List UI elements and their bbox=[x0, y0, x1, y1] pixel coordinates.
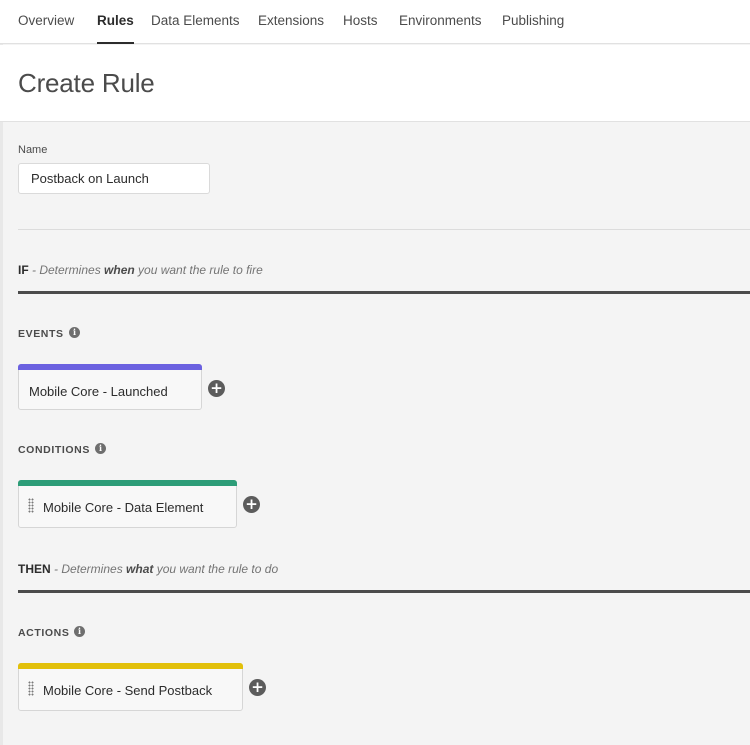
events-label: EVENTS bbox=[18, 328, 64, 340]
page-header: Create Rule bbox=[0, 45, 750, 122]
actions-label: ACTIONS bbox=[18, 627, 70, 639]
tab-rules[interactable]: Rules bbox=[97, 13, 134, 44]
if-divider bbox=[18, 291, 750, 294]
info-icon[interactable]: i bbox=[74, 626, 85, 637]
tab-publishing[interactable]: Publishing bbox=[502, 13, 564, 28]
name-label: Name bbox=[18, 144, 48, 156]
top-nav: Overview Rules Data Elements Extensions … bbox=[0, 0, 750, 44]
then-desc-emphasis: what bbox=[126, 562, 154, 576]
if-desc-emphasis: when bbox=[104, 263, 135, 277]
if-heading: IF - Determines when you want the rule t… bbox=[18, 263, 263, 277]
if-desc-suffix: you want the rule to fire bbox=[134, 263, 263, 277]
event-card-label: Mobile Core - Launched bbox=[29, 384, 168, 399]
if-keyword: IF bbox=[18, 263, 29, 277]
add-action-button[interactable]: + bbox=[249, 679, 266, 696]
tab-overview[interactable]: Overview bbox=[18, 13, 74, 28]
condition-card-label: Mobile Core - Data Element bbox=[43, 500, 204, 515]
action-card-color-bar bbox=[18, 663, 243, 669]
drag-handle-icon[interactable] bbox=[28, 498, 34, 513]
then-desc-suffix: you want the rule to do bbox=[153, 562, 279, 576]
info-icon[interactable]: i bbox=[69, 327, 80, 338]
then-keyword: THEN bbox=[18, 562, 51, 576]
conditions-label: CONDITIONS bbox=[18, 444, 90, 456]
page-title: Create Rule bbox=[18, 68, 155, 98]
divider bbox=[18, 229, 750, 230]
event-card-color-bar bbox=[18, 364, 202, 370]
event-card[interactable]: Mobile Core - Launched bbox=[18, 364, 202, 410]
name-input[interactable] bbox=[18, 163, 210, 194]
action-card-label: Mobile Core - Send Postback bbox=[43, 683, 213, 698]
drag-handle-icon[interactable] bbox=[28, 681, 34, 696]
tab-environments[interactable]: Environments bbox=[399, 13, 482, 28]
add-condition-button[interactable]: + bbox=[243, 496, 260, 513]
condition-card-color-bar bbox=[18, 480, 237, 486]
info-icon[interactable]: i bbox=[95, 443, 106, 454]
then-divider bbox=[18, 590, 750, 593]
tab-hosts[interactable]: Hosts bbox=[343, 13, 378, 28]
action-card[interactable]: Mobile Core - Send Postback bbox=[18, 663, 243, 711]
add-event-button[interactable]: + bbox=[208, 380, 225, 397]
tab-extensions[interactable]: Extensions bbox=[258, 13, 324, 28]
tab-data-elements[interactable]: Data Elements bbox=[151, 13, 240, 28]
if-desc-prefix: - Determines bbox=[28, 263, 105, 277]
then-desc-prefix: - Determines bbox=[50, 562, 127, 576]
then-heading: THEN - Determines what you want the rule… bbox=[18, 562, 278, 576]
condition-card[interactable]: Mobile Core - Data Element bbox=[18, 480, 237, 528]
